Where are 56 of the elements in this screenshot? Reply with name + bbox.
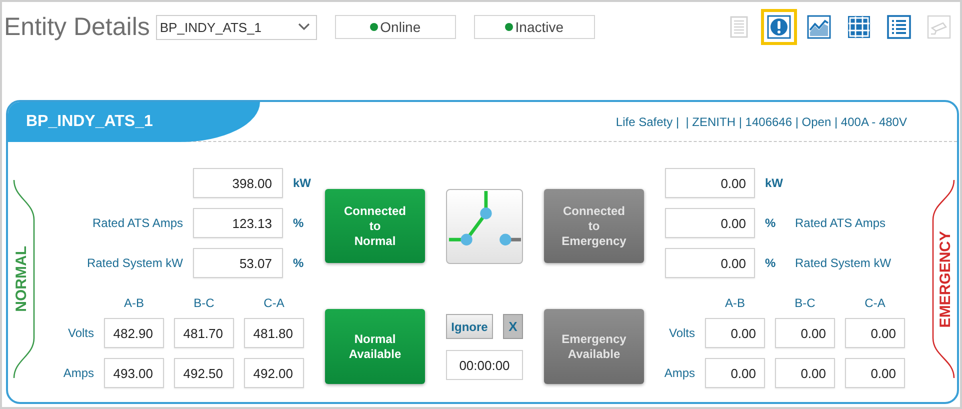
value-field: 0.00 xyxy=(845,318,905,348)
column-header: A-B xyxy=(724,296,745,310)
metric-label: Rated System kW xyxy=(86,256,183,270)
column-header: A-B xyxy=(124,296,144,310)
value-field: 123.13 xyxy=(193,208,283,238)
row-label: Amps xyxy=(63,366,94,380)
value-field: 53.07 xyxy=(193,248,283,278)
value-field: 0.00 xyxy=(845,358,905,388)
value-field: 0.00 xyxy=(705,318,765,348)
unit-label: kW xyxy=(293,176,311,190)
alert-icon[interactable] xyxy=(761,9,797,45)
value-field: 0.00 xyxy=(665,208,755,238)
value-field: 0.00 xyxy=(665,168,755,198)
status-field: Inactive xyxy=(474,15,595,39)
column-header: C-A xyxy=(864,296,886,310)
status-button[interactable]: Connected to Normal xyxy=(325,189,425,263)
side-label: NORMAL xyxy=(13,246,30,312)
status-button[interactable]: Connected to Emergency xyxy=(544,189,644,263)
value-field: 481.70 xyxy=(174,318,234,348)
metric-label: Rated System kW xyxy=(795,256,892,270)
column-header: B-C xyxy=(194,296,214,310)
unit-label: kW xyxy=(765,176,783,190)
value-field: 0.00 xyxy=(775,358,835,388)
status-dot-icon xyxy=(370,23,378,31)
value-field: 492.00 xyxy=(244,358,304,388)
timer-field: 00:00:00 xyxy=(446,350,523,380)
side-label: EMERGENCY xyxy=(937,230,954,328)
unit-label: % xyxy=(765,256,776,270)
status-field: Online xyxy=(334,15,456,39)
value-field: 0.00 xyxy=(775,318,835,348)
status-dot-icon xyxy=(505,23,514,31)
metric-label: Rated ATS Amps xyxy=(92,216,183,230)
unit-label: % xyxy=(293,256,304,270)
clear-button[interactable]: X xyxy=(503,314,523,339)
value-field: 492.50 xyxy=(174,358,234,388)
row-label: Volts xyxy=(668,326,695,340)
column-header: C-A xyxy=(264,296,284,310)
entity-info: Life Safety | | ZENITH | 1406646 | Open | 400A - 480V xyxy=(616,114,907,128)
chevron-down-icon xyxy=(298,23,310,31)
value-field: 0.00 xyxy=(705,358,765,388)
ignore-button[interactable]: Ignore xyxy=(446,314,493,339)
value-field: 482.90 xyxy=(104,318,164,348)
page-title: Entity Details xyxy=(4,13,150,41)
status-button[interactable]: Emergency Available xyxy=(544,309,644,384)
row-label: Volts xyxy=(68,326,94,340)
value-field: 481.80 xyxy=(244,318,304,348)
value-field: 493.00 xyxy=(104,358,164,388)
entity-select[interactable]: BP_INDY_ATS_1 xyxy=(156,14,317,40)
status-button[interactable]: Normal Available xyxy=(325,309,425,384)
value-field: 0.00 xyxy=(665,248,755,278)
row-label: Amps xyxy=(664,366,695,380)
value-field: 398.00 xyxy=(193,168,283,198)
unit-label: % xyxy=(293,216,304,230)
column-header: B-C xyxy=(794,296,816,310)
unit-label: % xyxy=(765,216,776,230)
metric-label: Rated ATS Amps xyxy=(795,216,886,230)
